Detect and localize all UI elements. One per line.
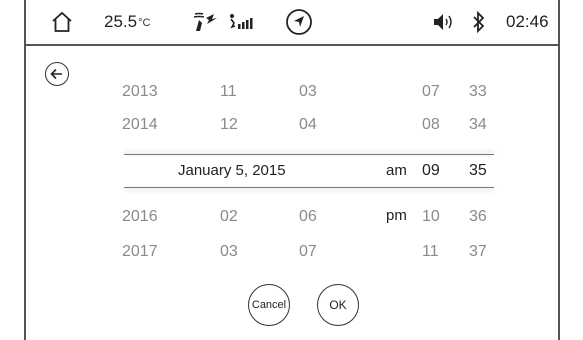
year-option[interactable]: 2013 [122, 80, 158, 104]
selected-hour[interactable]: 09 [422, 159, 440, 183]
month-option[interactable]: 12 [220, 113, 238, 137]
selection-top-divider [124, 154, 494, 155]
bluetooth-icon[interactable] [472, 0, 488, 44]
temperature-value: 25.5 [104, 12, 138, 31]
selected-minute[interactable]: 35 [469, 159, 487, 183]
minute-option[interactable]: 33 [469, 80, 487, 104]
cancel-button-label: Cancel [251, 299, 287, 311]
hour-option[interactable]: 08 [422, 113, 440, 137]
clock: 02:46 [506, 0, 549, 44]
year-option[interactable]: 2014 [122, 113, 158, 137]
day-option[interactable]: 03 [299, 80, 317, 104]
day-option[interactable]: 06 [299, 205, 317, 229]
selection-bottom-divider [124, 187, 494, 188]
minute-option[interactable]: 36 [469, 205, 487, 229]
volume-icon[interactable] [432, 0, 458, 44]
year-option[interactable]: 2017 [122, 240, 158, 264]
minute-option[interactable]: 37 [469, 240, 487, 264]
hour-option[interactable]: 07 [422, 80, 440, 104]
ok-button[interactable]: OK [317, 284, 359, 326]
signal-icon [228, 0, 260, 44]
fan-icon [190, 0, 224, 44]
selected-ampm[interactable]: am [386, 159, 407, 183]
temperature-readout: 25.5 °C [104, 0, 150, 44]
month-option[interactable]: 02 [220, 205, 238, 229]
day-option[interactable]: 04 [299, 113, 317, 137]
ok-button-label: OK [329, 298, 347, 312]
back-button[interactable] [45, 62, 69, 86]
month-option[interactable]: 11 [220, 80, 237, 104]
month-option[interactable]: 03 [220, 240, 238, 264]
home-icon[interactable] [50, 0, 76, 44]
selected-date: January 5, 2015 [178, 162, 286, 179]
day-option[interactable]: 07 [299, 240, 317, 264]
hour-option[interactable]: 11 [422, 240, 439, 264]
cancel-button[interactable]: Cancel [248, 284, 290, 326]
back-arrow-icon [50, 68, 62, 80]
minute-option[interactable]: 34 [469, 113, 487, 137]
navigation-icon[interactable] [285, 0, 315, 44]
year-option[interactable]: 2016 [122, 205, 158, 229]
ampm-option[interactable]: pm [386, 204, 407, 228]
clock-time: 02:46 [506, 12, 549, 31]
hour-option[interactable]: 10 [422, 205, 440, 229]
temperature-unit: °C [138, 17, 151, 29]
